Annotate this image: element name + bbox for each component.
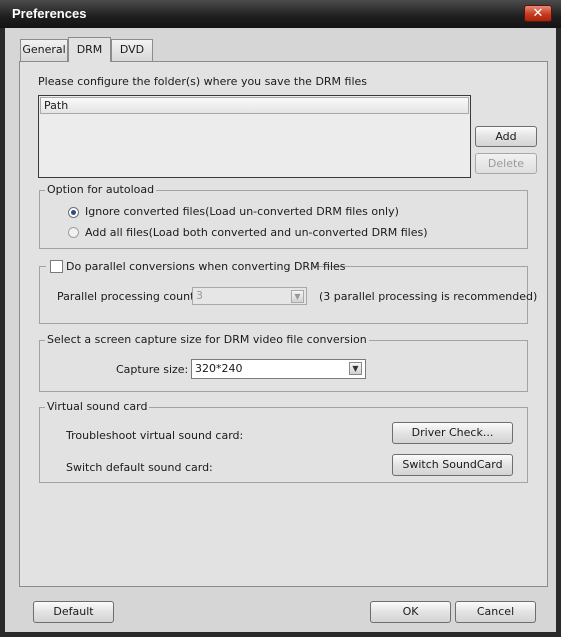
tab-drm[interactable]: DRM: [68, 37, 111, 62]
default-button[interactable]: Default: [33, 601, 114, 623]
ok-button-label: OK: [402, 605, 419, 618]
radio-ignore-converted-label[interactable]: Ignore converted files(Load un-converted…: [85, 205, 399, 218]
list-column-path-label: Path: [44, 99, 69, 112]
radio-selected-dot: [71, 210, 76, 215]
switch-sound-label: Switch default sound card:: [66, 461, 213, 474]
driver-check-button[interactable]: Driver Check...: [392, 422, 513, 444]
tab-dvd[interactable]: DVD: [111, 39, 153, 61]
cancel-button-label: Cancel: [476, 605, 515, 618]
radio-add-all-label[interactable]: Add all files(Load both converted and un…: [85, 226, 428, 239]
parallel-count-select[interactable]: 3 ▼: [192, 287, 307, 305]
driver-check-button-label: Driver Check...: [411, 426, 494, 439]
add-button-label: Add: [495, 130, 517, 143]
radio-add-all[interactable]: [68, 227, 79, 238]
switch-soundcard-button[interactable]: Switch SoundCard: [392, 454, 513, 476]
close-icon: ✕: [532, 6, 544, 21]
chevron-down-icon[interactable]: ▼: [349, 362, 362, 375]
tab-general-label: General: [22, 43, 66, 56]
list-column-path[interactable]: Path: [40, 97, 469, 114]
add-button[interactable]: Add: [475, 126, 537, 147]
title-bar[interactable]: Preferences ✕: [0, 0, 561, 29]
cancel-button[interactable]: Cancel: [455, 601, 536, 623]
close-button[interactable]: ✕: [524, 5, 552, 22]
ok-button[interactable]: OK: [370, 601, 451, 623]
window-frame-bottom: [0, 632, 561, 637]
drm-folder-list[interactable]: Path: [38, 95, 471, 178]
capture-size-select[interactable]: 320*240 ▼: [191, 359, 366, 379]
tab-drm-label: DRM: [76, 43, 103, 56]
parallel-checkbox-label[interactable]: Do parallel conversions when converting …: [66, 260, 346, 273]
delete-button[interactable]: Delete: [475, 153, 537, 174]
capture-size-value: 320*240: [195, 362, 243, 375]
default-button-label: Default: [53, 605, 94, 618]
parallel-count-label: Parallel processing count:: [57, 290, 199, 303]
parallel-checkbox[interactable]: [50, 260, 63, 273]
parallel-recommendation: (3 parallel processing is recommended): [319, 290, 538, 303]
folder-prompt: Please configure the folder(s) where you…: [38, 75, 368, 88]
autoload-group-title: Option for autoload: [45, 183, 157, 196]
radio-ignore-converted[interactable]: [68, 207, 79, 218]
switch-soundcard-button-label: Switch SoundCard: [402, 458, 503, 471]
tab-general[interactable]: General: [20, 39, 68, 61]
window-frame-right: [556, 28, 561, 637]
window-title: Preferences: [12, 6, 87, 21]
capture-size-group-title: Select a screen capture size for DRM vid…: [45, 333, 369, 346]
sound-card-group-title: Virtual sound card: [45, 400, 150, 413]
delete-button-label: Delete: [487, 157, 525, 170]
tab-dvd-label: DVD: [119, 43, 145, 56]
troubleshoot-label: Troubleshoot virtual sound card:: [66, 429, 244, 442]
autoload-group: [39, 190, 528, 249]
parallel-count-value: 3: [196, 289, 203, 302]
chevron-down-icon[interactable]: ▼: [291, 290, 304, 303]
capture-size-label: Capture size:: [116, 363, 189, 376]
